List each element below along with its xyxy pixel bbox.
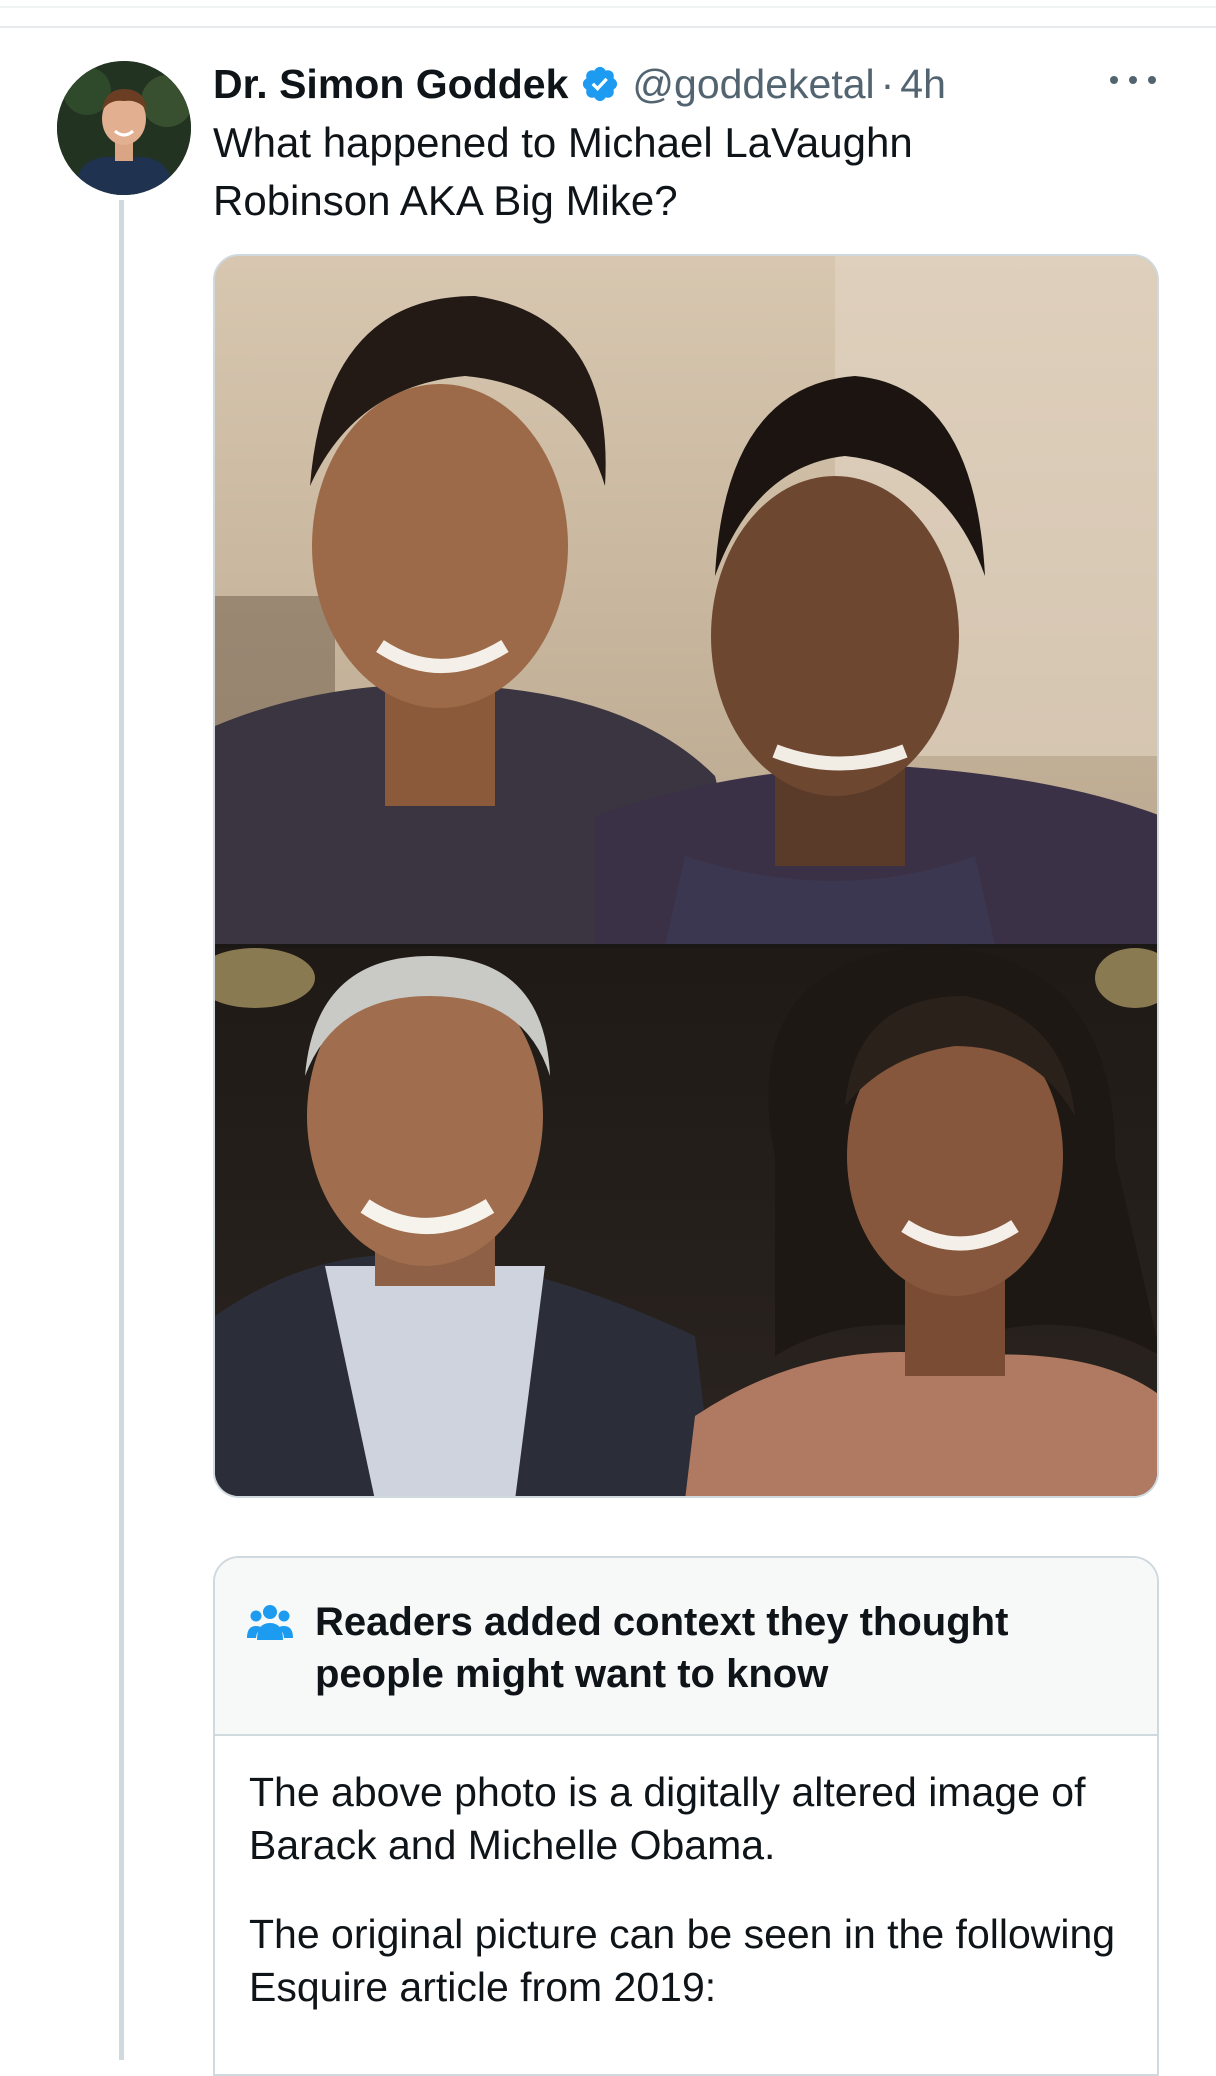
thread-connector-line bbox=[119, 200, 124, 2060]
top-divider bbox=[0, 6, 1216, 8]
community-note-body: The above photo is a digitally altered i… bbox=[249, 1766, 1129, 2050]
community-note-paragraph: The above photo is a digitally altered i… bbox=[249, 1769, 1086, 1868]
display-name[interactable]: Dr. Simon Goddek bbox=[213, 61, 568, 108]
verified-badge-icon[interactable] bbox=[580, 64, 620, 104]
tweet-media-image[interactable] bbox=[213, 254, 1159, 1498]
community-note-card: Readers added context they thought peopl… bbox=[213, 1556, 1159, 2076]
people-icon bbox=[247, 1602, 293, 1642]
more-options-icon[interactable] bbox=[1110, 65, 1156, 95]
community-note-header: Readers added context they thought peopl… bbox=[215, 1558, 1157, 1736]
tweet-header: Dr. Simon Goddek @goddeketal · 4h bbox=[213, 54, 946, 114]
top-divider bbox=[0, 26, 1216, 28]
header-separator: · bbox=[880, 60, 895, 107]
tweet-text: What happened to Michael LaVaughn Robins… bbox=[213, 119, 913, 224]
community-note-title: Readers added context they thought peopl… bbox=[315, 1600, 1009, 1696]
community-note-paragraph: The original picture can be seen in the … bbox=[249, 1911, 1116, 2010]
tweet-timestamp[interactable]: 4h bbox=[900, 61, 946, 108]
avatar[interactable] bbox=[57, 61, 191, 195]
user-handle[interactable]: @goddeketal bbox=[632, 61, 874, 108]
